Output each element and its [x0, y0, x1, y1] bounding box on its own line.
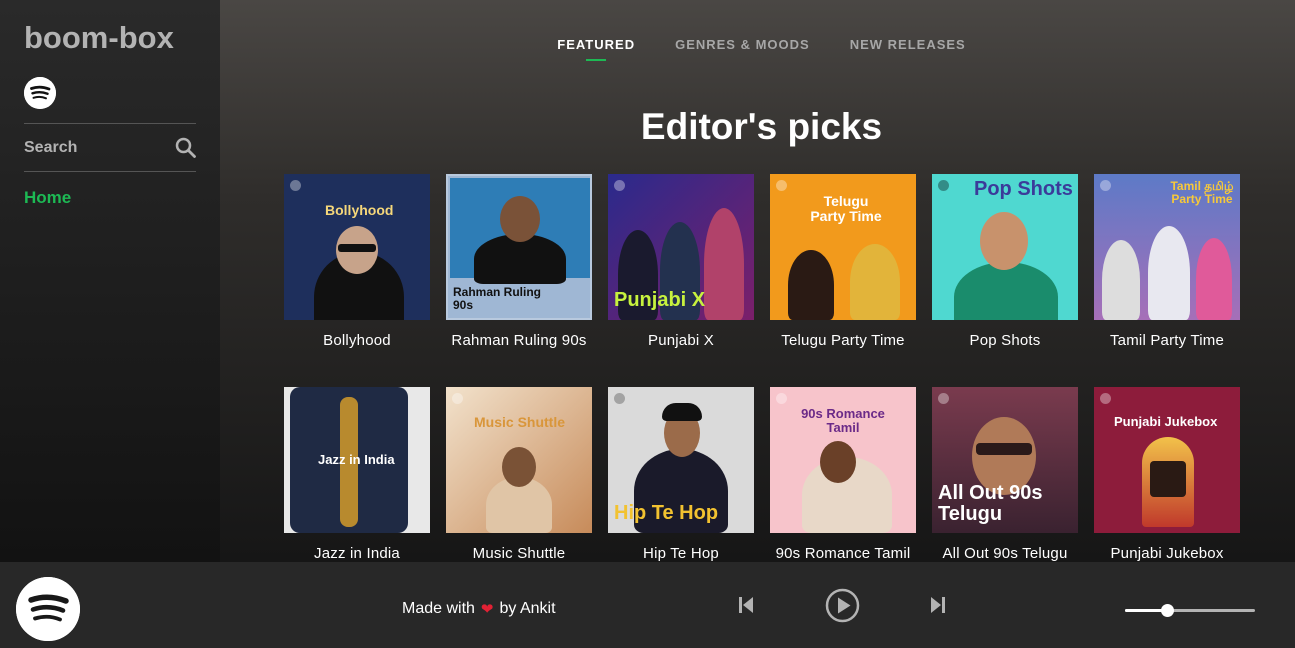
volume-slider[interactable]: [1125, 604, 1255, 617]
spotify-icon: [452, 393, 463, 404]
skip-next-icon[interactable]: [930, 596, 946, 619]
spotify-icon: [614, 393, 625, 404]
made-with-label: Made with: [402, 600, 475, 617]
cover-figure: [500, 196, 540, 242]
spotify-icon: [1100, 180, 1111, 191]
search-label: Search: [24, 138, 78, 156]
spotify-icon: [614, 180, 625, 191]
playlist-cover[interactable]: 90s Romance Tamil: [770, 387, 916, 533]
playlist-card[interactable]: Hip Te Hop Hip Te Hop: [608, 387, 754, 562]
spotify-icon: [938, 393, 949, 404]
tab-genres-moods[interactable]: GENRES & MOODS: [675, 37, 810, 52]
cover-title: Pop Shots: [974, 178, 1073, 200]
cover-title: Rahman Ruling 90s: [453, 285, 542, 312]
playlist-cover[interactable]: Jazz in India: [284, 387, 430, 533]
playlist-title[interactable]: Bollyhood: [284, 332, 430, 349]
volume-handle[interactable]: [1160, 604, 1174, 617]
playlist-title[interactable]: All Out 90s Telugu: [932, 545, 1078, 562]
spotify-icon: [938, 180, 949, 191]
cover-figure: [820, 441, 856, 483]
tab-featured[interactable]: FEATURED: [557, 37, 635, 52]
spotify-icon: [776, 180, 787, 191]
playlist-cover[interactable]: Bollyhood: [284, 174, 430, 320]
cover-title: 90s Romance Tamil: [801, 406, 885, 435]
search-icon[interactable]: [175, 137, 196, 158]
skip-previous-icon[interactable]: [738, 596, 754, 619]
play-icon[interactable]: [825, 588, 860, 628]
sidebar-item-home[interactable]: Home: [24, 188, 71, 208]
playlist-cover[interactable]: Pop Shots: [932, 174, 1078, 320]
app-title: boom-box: [24, 20, 174, 55]
playlist-card[interactable]: Tamil தமிழ் Party Time Tamil Party Time: [1094, 174, 1240, 387]
playlist-title[interactable]: Rahman Ruling 90s: [446, 332, 592, 349]
cover-figure: [788, 250, 834, 320]
spotify-icon: [776, 393, 787, 404]
spotify-icon: [290, 180, 301, 191]
playlist-title[interactable]: Punjabi Jukebox: [1094, 545, 1240, 562]
playlist-cover[interactable]: Music Shuttle: [446, 387, 592, 533]
cover-figure: [1196, 238, 1232, 320]
author-label: by Ankit: [499, 600, 556, 617]
playlist-title[interactable]: Hip Te Hop: [608, 545, 754, 562]
cover-figure: [704, 208, 744, 320]
cover-title: All Out 90s Telugu: [938, 482, 1043, 525]
sunglasses: [338, 244, 376, 252]
page-title: Editor's picks: [640, 106, 883, 147]
turban: [662, 403, 702, 421]
cover-title: Bollyhood: [325, 202, 394, 218]
tab-bar: FEATURED GENRES & MOODS NEW RELEASES: [220, 37, 1295, 52]
cover-title: Punjabi X: [614, 289, 706, 311]
playlist-cover[interactable]: Punjabi X: [608, 174, 754, 320]
playlist-title[interactable]: Telugu Party Time: [770, 332, 916, 349]
playlist-card[interactable]: Music Shuttle Music Shuttle: [446, 387, 592, 562]
cover-figure: [850, 244, 900, 320]
cover-title: Music Shuttle: [474, 414, 566, 430]
cover-figure: [954, 262, 1058, 320]
playlist-card[interactable]: Punjabi X Punjabi X: [608, 174, 754, 387]
cover-title: Punjabi Jukebox: [1114, 414, 1218, 429]
sidebar: boom-box Search Home: [0, 0, 220, 562]
tab-new-releases[interactable]: NEW RELEASES: [850, 37, 966, 52]
player-bar: Made with ❤ by Ankit: [0, 562, 1295, 648]
credit-text: Made with ❤ by Ankit: [402, 600, 556, 618]
playlist-card[interactable]: All Out 90s Telugu All Out 90s Telugu: [932, 387, 1078, 562]
app: boom-box Search Home FEATURED GENRES & M…: [0, 0, 1295, 648]
cover-title: Telugu Party Time: [810, 193, 882, 224]
playlist-title[interactable]: Jazz in India: [284, 545, 430, 562]
playlist-title[interactable]: Tamil Party Time: [1094, 332, 1240, 349]
playlist-cover[interactable]: Telugu Party Time: [770, 174, 916, 320]
playlist-title[interactable]: Punjabi X: [608, 332, 754, 349]
heart-icon: ❤: [480, 601, 494, 618]
spotify-icon[interactable]: [24, 77, 56, 109]
playlist-card[interactable]: Bollyhood Bollyhood: [284, 174, 430, 387]
playlist-cover[interactable]: All Out 90s Telugu: [932, 387, 1078, 533]
sunglasses: [976, 443, 1032, 455]
cover-figure: [1102, 240, 1140, 320]
cover-figure: [1148, 226, 1190, 320]
cover-title: Tamil தமிழ் Party Time: [1170, 179, 1234, 206]
cover-title: Jazz in India: [318, 452, 395, 467]
jukebox-icon: [1150, 461, 1186, 497]
playlist-card[interactable]: Punjabi Jukebox Punjabi Jukebox: [1094, 387, 1240, 562]
playlist-card[interactable]: Jazz in India Jazz in India: [284, 387, 430, 562]
playlist-card[interactable]: Rahman Ruling 90s Rahman Ruling 90s: [446, 174, 592, 387]
playlist-cover[interactable]: Tamil தமிழ் Party Time: [1094, 174, 1240, 320]
playlist-title[interactable]: Pop Shots: [932, 332, 1078, 349]
spotify-icon[interactable]: [16, 577, 80, 641]
cover-figure: [980, 212, 1028, 270]
spotify-icon: [1100, 393, 1111, 404]
cover-figure: [502, 447, 536, 487]
playlist-card[interactable]: Telugu Party Time Telugu Party Time: [770, 174, 916, 387]
cover-title: Hip Te Hop: [614, 502, 719, 524]
playlist-cover[interactable]: Hip Te Hop: [608, 387, 754, 533]
playlist-title[interactable]: 90s Romance Tamil: [770, 545, 916, 562]
playlist-cover[interactable]: Rahman Ruling 90s: [446, 174, 592, 320]
playlist-grid: Bollyhood Bollyhood Rahman Ruling 90s Ra…: [284, 174, 1240, 562]
playlist-card[interactable]: 90s Romance Tamil 90s Romance Tamil: [770, 387, 916, 562]
search-box[interactable]: Search: [24, 123, 196, 172]
playlist-title[interactable]: Music Shuttle: [446, 545, 592, 562]
playlist-cover[interactable]: Punjabi Jukebox: [1094, 387, 1240, 533]
playlist-card[interactable]: Pop Shots Pop Shots: [932, 174, 1078, 387]
main-content: FEATURED GENRES & MOODS NEW RELEASES Edi…: [220, 0, 1295, 562]
